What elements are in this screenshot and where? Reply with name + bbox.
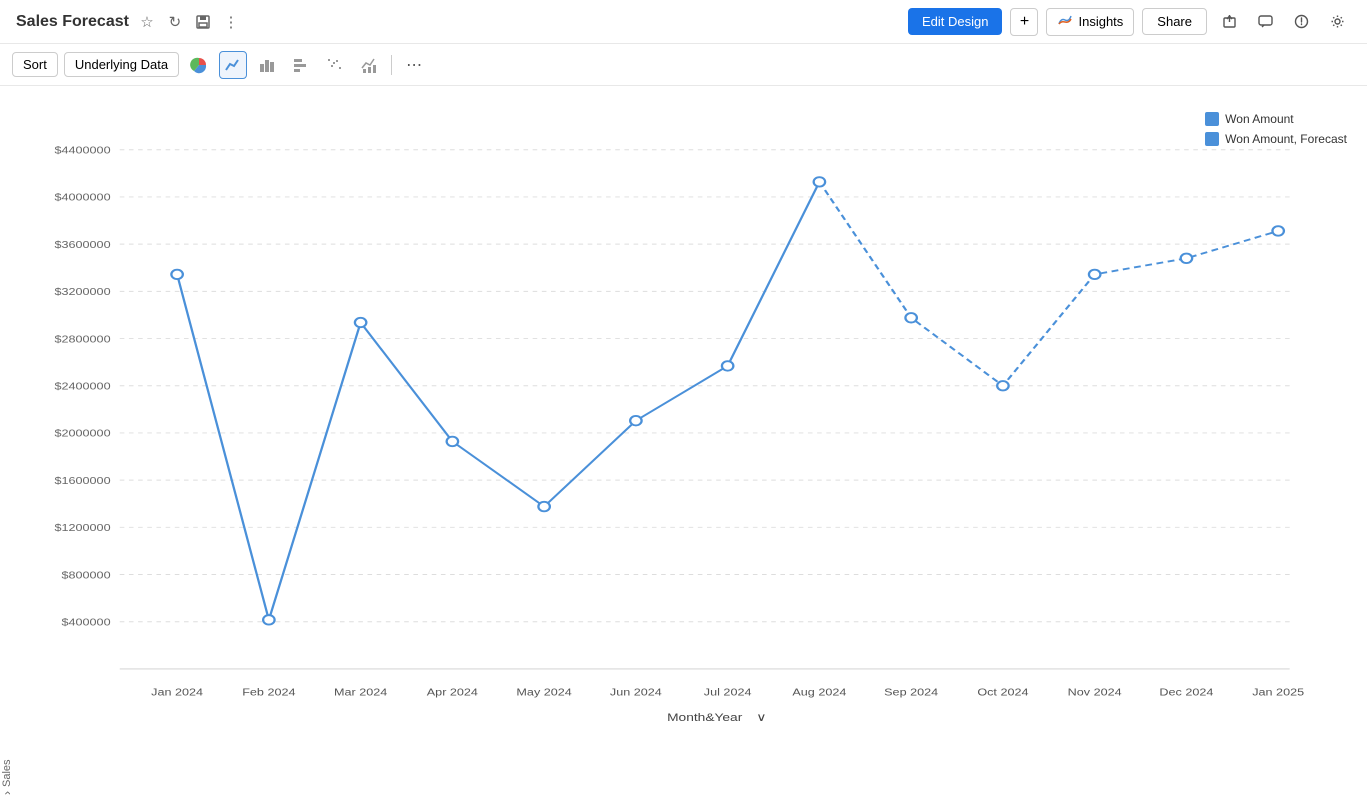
chart-svg: $400000 $800000 $1200000 $1600000 $20000… <box>28 112 1347 735</box>
comment-icon[interactable] <box>1251 8 1279 36</box>
ellipsis-icon: ⋯ <box>406 55 422 75</box>
data-point-jul[interactable] <box>722 361 733 370</box>
chevron-right-icon: › <box>0 791 14 795</box>
svg-text:Dec 2024: Dec 2024 <box>1159 687 1214 698</box>
svg-text:Nov 2024: Nov 2024 <box>1068 687 1123 698</box>
chart-type-hbar-button[interactable] <box>287 51 315 79</box>
data-point-mar[interactable] <box>355 318 366 327</box>
svg-text:Oct 2024: Oct 2024 <box>977 687 1029 698</box>
sort-button[interactable]: Sort <box>12 52 58 77</box>
svg-text:$4000000: $4000000 <box>54 193 110 204</box>
svg-text:Jan 2024: Jan 2024 <box>151 687 204 698</box>
svg-text:Jun 2024: Jun 2024 <box>610 687 663 698</box>
legend-color-won <box>1205 112 1219 126</box>
page-title: Sales Forecast <box>16 13 129 31</box>
y-axis-label[interactable]: › Sales <box>0 102 18 795</box>
legend-color-forecast <box>1205 132 1219 146</box>
toolbar-separator <box>391 55 392 75</box>
data-point-apr[interactable] <box>447 437 458 446</box>
svg-text:$2000000: $2000000 <box>54 429 110 440</box>
settings-icon[interactable] <box>1323 8 1351 36</box>
chart-wrapper: Won Amount Won Amount, Forecast <box>18 102 1367 795</box>
chart-type-line-button[interactable] <box>219 51 247 79</box>
data-point-dec[interactable] <box>1181 254 1192 263</box>
svg-text:Jul 2024: Jul 2024 <box>704 687 752 698</box>
combo-chart-icon <box>360 56 378 74</box>
header-right: Edit Design + Insights Share <box>908 8 1351 36</box>
legend-label-won: Won Amount <box>1225 112 1293 126</box>
refresh-icon[interactable]: ↻ <box>165 12 185 32</box>
hbar-chart-icon <box>292 56 310 74</box>
pie-chart-icon <box>190 56 208 74</box>
legend-item-won: Won Amount <box>1205 112 1347 126</box>
data-point-jan2025[interactable] <box>1272 226 1283 235</box>
export-icon[interactable] <box>1215 8 1243 36</box>
svg-text:$2400000: $2400000 <box>54 381 110 392</box>
insights-icon <box>1057 14 1073 30</box>
svg-text:Month&Year: Month&Year <box>667 711 742 724</box>
save-icon[interactable] <box>193 12 213 32</box>
header-icons: ☆ ↻ ⋮ <box>137 12 241 32</box>
svg-text:Jan 2025: Jan 2025 <box>1252 687 1304 698</box>
data-point-jan[interactable] <box>171 270 182 279</box>
svg-text:Mar 2024: Mar 2024 <box>334 687 388 698</box>
data-point-aug[interactable] <box>814 177 825 186</box>
svg-text:$4400000: $4400000 <box>54 145 110 156</box>
underlying-data-button[interactable]: Underlying Data <box>64 52 179 77</box>
svg-text:$400000: $400000 <box>61 617 110 628</box>
data-point-oct[interactable] <box>997 381 1008 390</box>
svg-text:$1600000: $1600000 <box>54 476 110 487</box>
svg-text:May 2024: May 2024 <box>516 687 572 698</box>
bar-chart-icon <box>258 56 276 74</box>
line-chart-icon <box>224 56 242 74</box>
add-button[interactable]: + <box>1010 8 1038 36</box>
legend-item-forecast: Won Amount, Forecast <box>1205 132 1347 146</box>
data-point-jun[interactable] <box>630 416 641 425</box>
chart-type-combo-button[interactable] <box>355 51 383 79</box>
svg-text:Aug 2024: Aug 2024 <box>792 687 847 698</box>
chart-area: › Sales Won Amount Won Amount, Forecast <box>0 86 1367 795</box>
svg-text:Sep 2024: Sep 2024 <box>884 687 939 698</box>
svg-text:$3200000: $3200000 <box>54 287 110 298</box>
chart-legend: Won Amount Won Amount, Forecast <box>1205 112 1347 146</box>
chart-type-bar-button[interactable] <box>253 51 281 79</box>
alert-icon[interactable] <box>1287 8 1315 36</box>
data-point-sep[interactable] <box>905 313 916 322</box>
chart-type-pie-button[interactable] <box>185 51 213 79</box>
area-chart-icon <box>326 56 344 74</box>
star-icon[interactable]: ☆ <box>137 12 157 32</box>
chart-type-area-button[interactable] <box>321 51 349 79</box>
insights-button[interactable]: Insights <box>1046 8 1134 36</box>
data-point-feb[interactable] <box>263 615 274 624</box>
share-button[interactable]: Share <box>1142 8 1207 35</box>
more-chart-options-button[interactable]: ⋯ <box>400 51 428 79</box>
svg-text:$2800000: $2800000 <box>54 334 110 345</box>
svg-text:$800000: $800000 <box>61 570 110 581</box>
svg-text:Feb 2024: Feb 2024 <box>242 687 296 698</box>
data-point-nov[interactable] <box>1089 270 1100 279</box>
more-icon[interactable]: ⋮ <box>221 12 241 32</box>
header: Sales Forecast ☆ ↻ ⋮ Edit Design + Insig… <box>0 0 1367 44</box>
toolbar: Sort Underlying Data <box>0 44 1367 86</box>
svg-text:Apr 2024: Apr 2024 <box>427 687 479 698</box>
svg-text:$3600000: $3600000 <box>54 240 110 251</box>
svg-text:$1200000: $1200000 <box>54 523 110 534</box>
data-point-may[interactable] <box>538 502 549 511</box>
svg-text:∨: ∨ <box>756 711 766 724</box>
legend-label-forecast: Won Amount, Forecast <box>1225 132 1347 146</box>
edit-design-button[interactable]: Edit Design <box>908 8 1002 35</box>
